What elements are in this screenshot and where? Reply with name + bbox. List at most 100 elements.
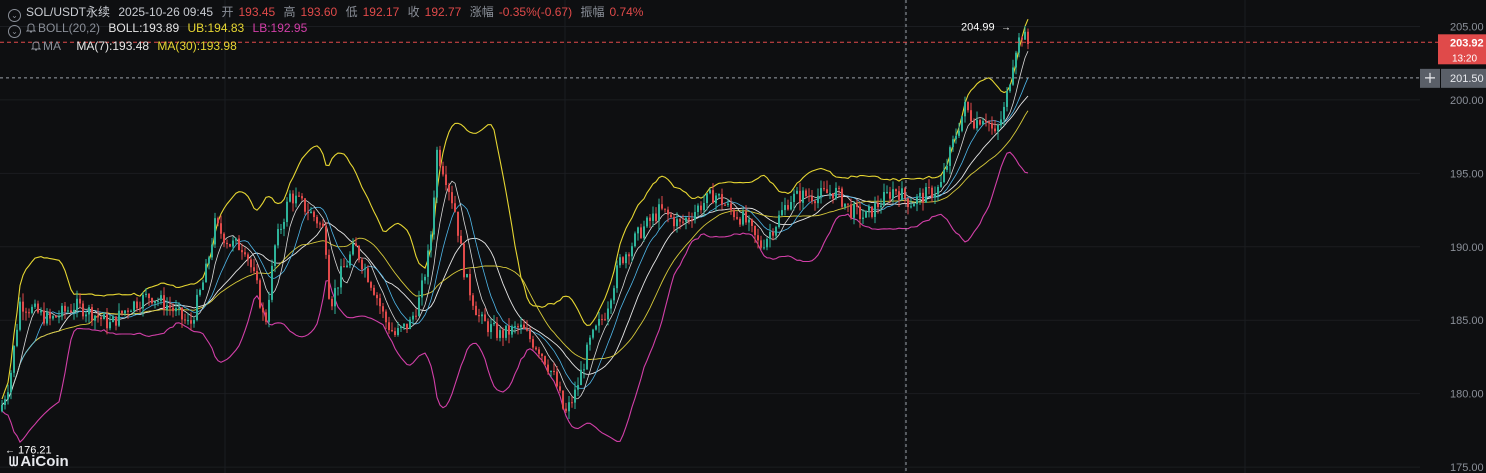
candle-body bbox=[559, 386, 561, 391]
candle-body bbox=[418, 297, 420, 316]
y-tick-label: 205.00 bbox=[1450, 21, 1484, 33]
candle-body bbox=[886, 191, 888, 193]
candle-body bbox=[625, 254, 627, 264]
candle-body bbox=[772, 231, 774, 236]
candle-body bbox=[7, 392, 9, 400]
collapse-icon[interactable]: ⌄ bbox=[8, 25, 21, 38]
candle-body bbox=[748, 219, 750, 223]
candle-body bbox=[79, 298, 81, 304]
candle-body bbox=[358, 246, 360, 260]
candle-body bbox=[979, 120, 981, 125]
candle-body bbox=[124, 310, 126, 314]
candle-body bbox=[43, 310, 45, 324]
countdown-label: 13:20 bbox=[1452, 53, 1477, 64]
candle-body bbox=[151, 298, 153, 304]
candle-body bbox=[133, 301, 135, 311]
candle-body bbox=[820, 188, 822, 196]
candle-body bbox=[259, 280, 261, 308]
low-value: 192.17 bbox=[362, 5, 400, 19]
candle-body bbox=[556, 371, 558, 387]
candle-body bbox=[844, 203, 846, 207]
candle-body bbox=[622, 257, 624, 264]
candle-body bbox=[301, 196, 303, 199]
candle-body bbox=[337, 287, 339, 289]
candle-body bbox=[724, 204, 726, 206]
candle-body bbox=[274, 245, 276, 266]
candle-body bbox=[280, 228, 282, 230]
candle-body bbox=[595, 325, 597, 330]
candle-body bbox=[709, 190, 711, 194]
candle-body bbox=[565, 408, 567, 412]
candle-body bbox=[649, 217, 651, 221]
candle-body bbox=[895, 189, 897, 192]
candle-body bbox=[718, 194, 720, 196]
candle-body bbox=[199, 289, 201, 295]
boll-name[interactable]: BOLL(20,2) bbox=[38, 21, 100, 35]
symbol-label[interactable]: SOL/USDT永续 bbox=[26, 5, 110, 19]
candle-body bbox=[226, 242, 228, 245]
ma30-line bbox=[1, 110, 1029, 406]
candle-body bbox=[769, 231, 771, 239]
candle-body bbox=[433, 197, 435, 235]
candle-body bbox=[235, 238, 237, 241]
candle-body bbox=[286, 201, 288, 223]
candle-body bbox=[835, 187, 837, 199]
high-label: 高 bbox=[283, 5, 296, 19]
candle-body bbox=[763, 247, 765, 249]
candle-body bbox=[454, 203, 456, 212]
candle-body bbox=[739, 218, 741, 225]
candle-body bbox=[871, 206, 873, 217]
candle-body bbox=[874, 203, 876, 217]
candle-body bbox=[40, 310, 42, 313]
change-label: 涨幅 bbox=[469, 5, 494, 19]
candle-body bbox=[283, 222, 285, 229]
candle-body bbox=[268, 299, 270, 322]
candle-body bbox=[193, 320, 195, 324]
candle-body bbox=[511, 326, 513, 335]
candle-body bbox=[589, 337, 591, 345]
candle-body bbox=[253, 267, 255, 272]
boll-ub: UB:194.83 bbox=[187, 21, 245, 35]
logo-text: AiCoin bbox=[20, 453, 69, 470]
candle-body bbox=[967, 101, 969, 111]
candle-body bbox=[853, 204, 855, 218]
candle-body bbox=[355, 243, 357, 247]
indicator-lines bbox=[1, 18, 1029, 444]
candle-body bbox=[568, 402, 570, 412]
candle-body bbox=[613, 288, 615, 301]
candle-body bbox=[757, 235, 759, 241]
candle-body bbox=[334, 288, 336, 307]
boll-mid-line bbox=[1, 95, 1029, 406]
candle-body bbox=[823, 188, 825, 190]
candle-body bbox=[232, 240, 234, 247]
candle-body bbox=[982, 121, 984, 125]
candle-body bbox=[532, 339, 534, 348]
candle-body bbox=[508, 325, 510, 335]
candle-body bbox=[754, 225, 756, 236]
candle-body bbox=[136, 301, 138, 309]
candle-body bbox=[451, 192, 453, 204]
candle-body bbox=[616, 265, 618, 289]
candle-body bbox=[601, 319, 603, 321]
kline-chart[interactable]: 205.00 200.00 195.00 190.00 185.00 180.00 175.… bbox=[0, 0, 1486, 473]
candle-body bbox=[364, 268, 366, 270]
candle-body bbox=[517, 326, 519, 328]
candle-body bbox=[469, 273, 471, 296]
candle-body bbox=[346, 265, 348, 268]
close-label: 收 bbox=[407, 5, 420, 19]
bell-icon[interactable] bbox=[31, 41, 41, 51]
ma-name[interactable]: MA bbox=[43, 39, 61, 53]
bell-icon[interactable] bbox=[26, 23, 36, 33]
candle-body bbox=[289, 193, 291, 202]
candle-body bbox=[775, 227, 777, 236]
candle-body bbox=[604, 319, 606, 321]
high-marker-label: 204.99 bbox=[961, 22, 995, 34]
candle-body bbox=[19, 301, 21, 330]
candle-body bbox=[427, 250, 429, 277]
candle-body bbox=[889, 191, 891, 199]
candle-body bbox=[67, 310, 69, 312]
price-axis: 205.00 200.00 195.00 190.00 185.00 180.00 175.… bbox=[1450, 21, 1484, 473]
candle-body bbox=[727, 203, 729, 205]
candle-body bbox=[1024, 31, 1026, 40]
candle-body bbox=[976, 120, 978, 129]
